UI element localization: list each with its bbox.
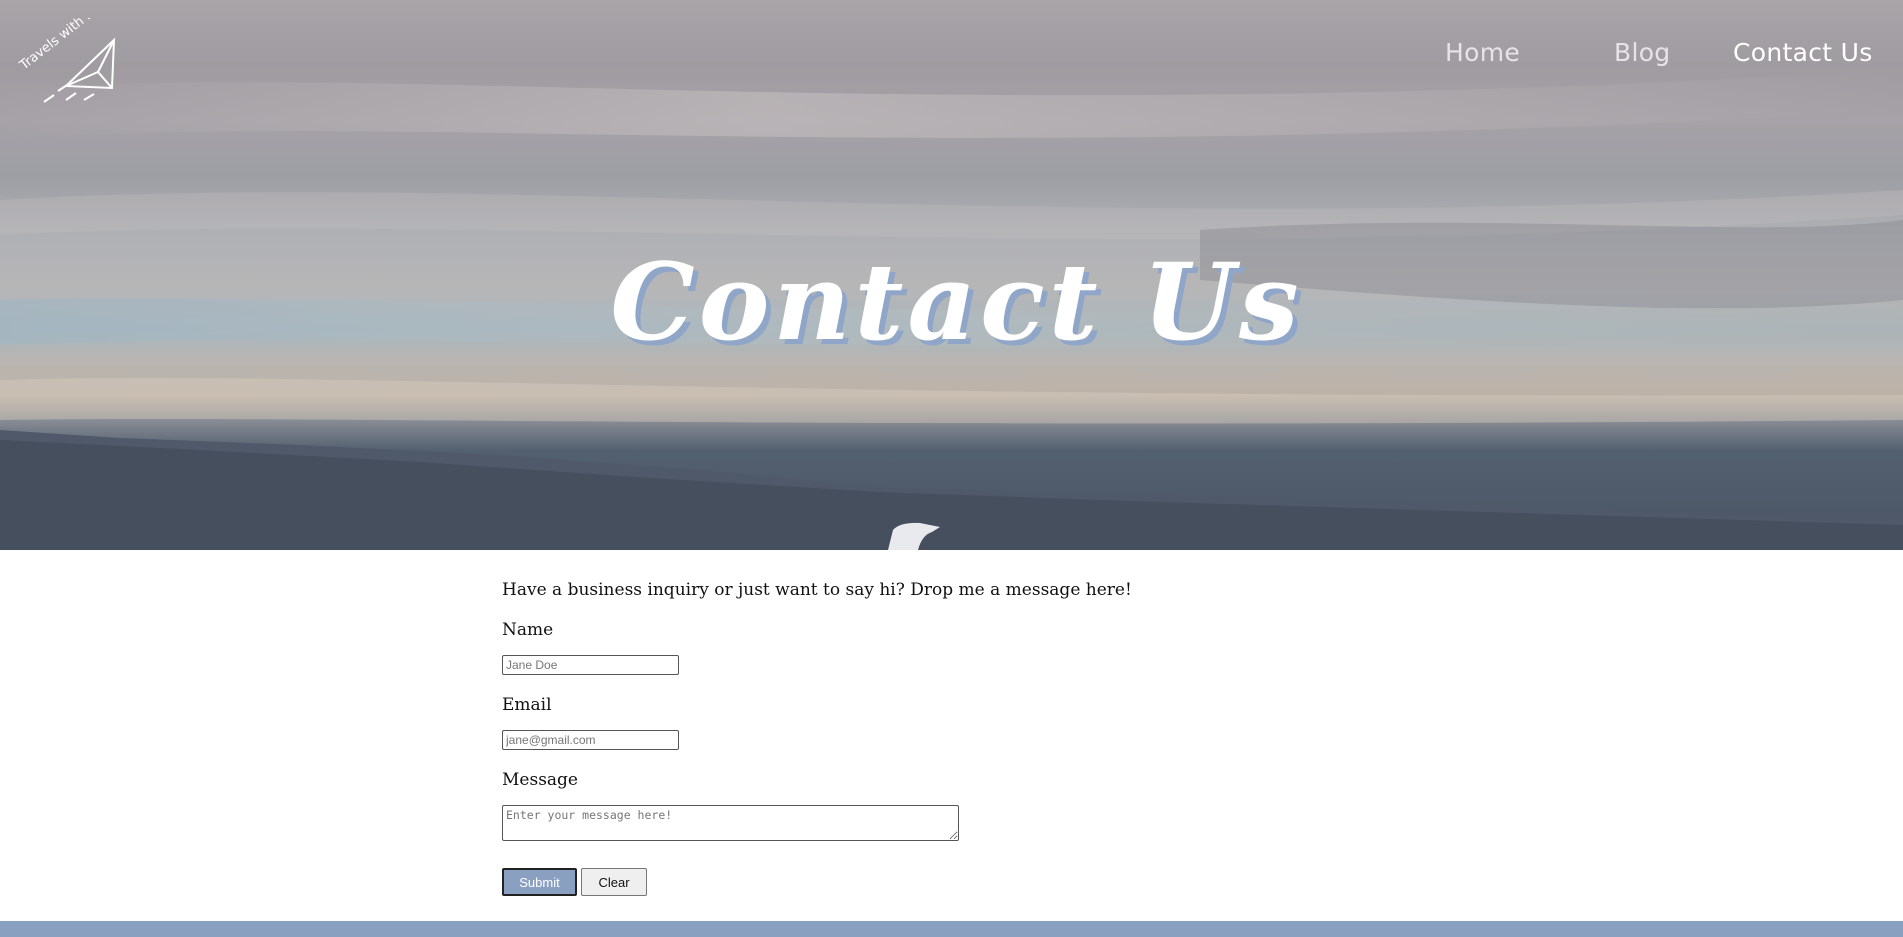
- nav-contact-link[interactable]: Contact Us: [1733, 38, 1873, 67]
- intro-text: Have a business inquiry or just want to …: [502, 580, 1132, 600]
- main-nav: Home Blog Contact Us: [0, 38, 1903, 74]
- page-title: Contact Us: [610, 239, 1303, 365]
- email-label: Email: [502, 695, 552, 715]
- submit-button[interactable]: Submit: [502, 868, 577, 896]
- message-label: Message: [502, 770, 578, 790]
- footer-bar: [0, 921, 1903, 937]
- email-field[interactable]: [502, 730, 679, 750]
- hero-banner: Travels with Sky Home Blog Contact Us Co…: [0, 0, 1903, 550]
- message-field[interactable]: [502, 805, 959, 841]
- nav-home-link[interactable]: Home: [1445, 38, 1520, 67]
- nav-blog-link[interactable]: Blog: [1614, 38, 1670, 67]
- name-label: Name: [502, 620, 554, 640]
- clear-button[interactable]: Clear: [581, 868, 647, 896]
- name-field[interactable]: [502, 655, 679, 675]
